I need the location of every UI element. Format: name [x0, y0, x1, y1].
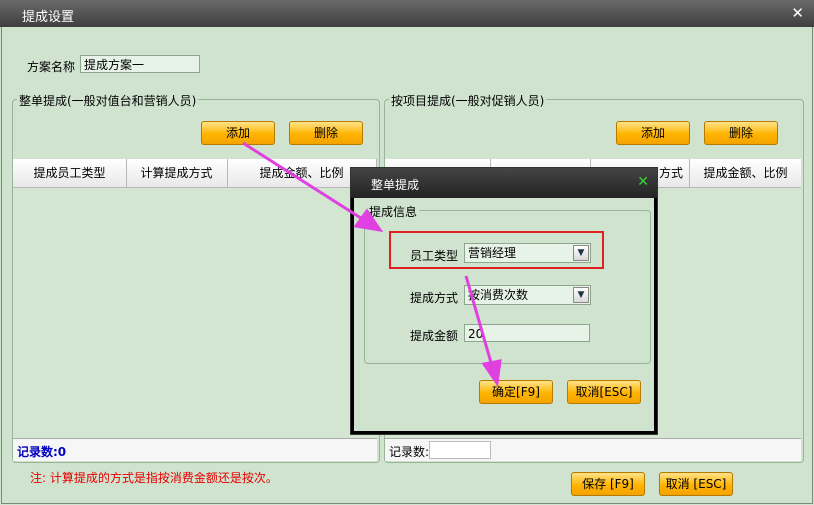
dialog-cancel-button[interactable]: 取消[ESC] [567, 380, 641, 404]
left-add-button[interactable]: 添加 [201, 121, 275, 145]
left-grid-header: 提成员工类型 计算提成方式 提成金额、比例 [13, 159, 377, 188]
right-record-count-box [429, 441, 491, 459]
dialog-ok-button[interactable]: 确定[F9] [479, 380, 553, 404]
whole-order-commission-title: 整单提成(一般对值台和营销人员) [17, 92, 199, 109]
left-col-employee-type[interactable]: 提成员工类型 [13, 159, 127, 187]
scheme-name-label: 方案名称 [27, 60, 76, 74]
method-value: 按消费次数 [468, 288, 529, 302]
close-icon[interactable]: ✕ [791, 4, 804, 22]
right-add-button[interactable]: 添加 [616, 121, 690, 145]
window-title: 提成设置 [22, 10, 75, 25]
left-delete-button[interactable]: 删除 [289, 121, 363, 145]
right-col-amount-ratio[interactable]: 提成金额、比例 [690, 159, 801, 187]
left-grid-body[interactable] [13, 188, 377, 438]
window-titlebar: 提成设置 ✕ [0, 0, 814, 27]
left-record-count: 记录数:0 [17, 445, 67, 459]
method-label: 提成方式 [410, 291, 459, 305]
highlight-box [389, 231, 604, 269]
calc-method-note: 注: 计算提成的方式是指按消费金额还是按次。 [30, 471, 278, 485]
dialog-close-icon[interactable]: ✕ [637, 174, 649, 190]
dialog-titlebar: 整单提成 ✕ [351, 168, 657, 198]
right-delete-button[interactable]: 删除 [704, 121, 778, 145]
dialog-title: 整单提成 [371, 178, 420, 192]
item-commission-title: 按项目提成(一般对促销人员) [389, 92, 547, 109]
amount-input[interactable]: 20 [464, 324, 590, 342]
method-select[interactable]: 按消费次数 ▼ [464, 285, 591, 305]
chevron-down-icon[interactable]: ▼ [573, 287, 589, 303]
left-col-calc-method[interactable]: 计算提成方式 [126, 159, 228, 187]
right-record-count-bar: 记录数:0 [385, 438, 801, 461]
save-button[interactable]: 保存 [F9] [571, 472, 645, 496]
scheme-name-input[interactable]: 提成方案一 [80, 55, 200, 73]
cancel-button[interactable]: 取消 [ESC] [659, 472, 733, 496]
amount-label: 提成金额 [410, 329, 459, 343]
left-record-count-bar: 记录数:0 [13, 438, 377, 461]
dialog-info-title: 提成信息 [367, 203, 420, 220]
